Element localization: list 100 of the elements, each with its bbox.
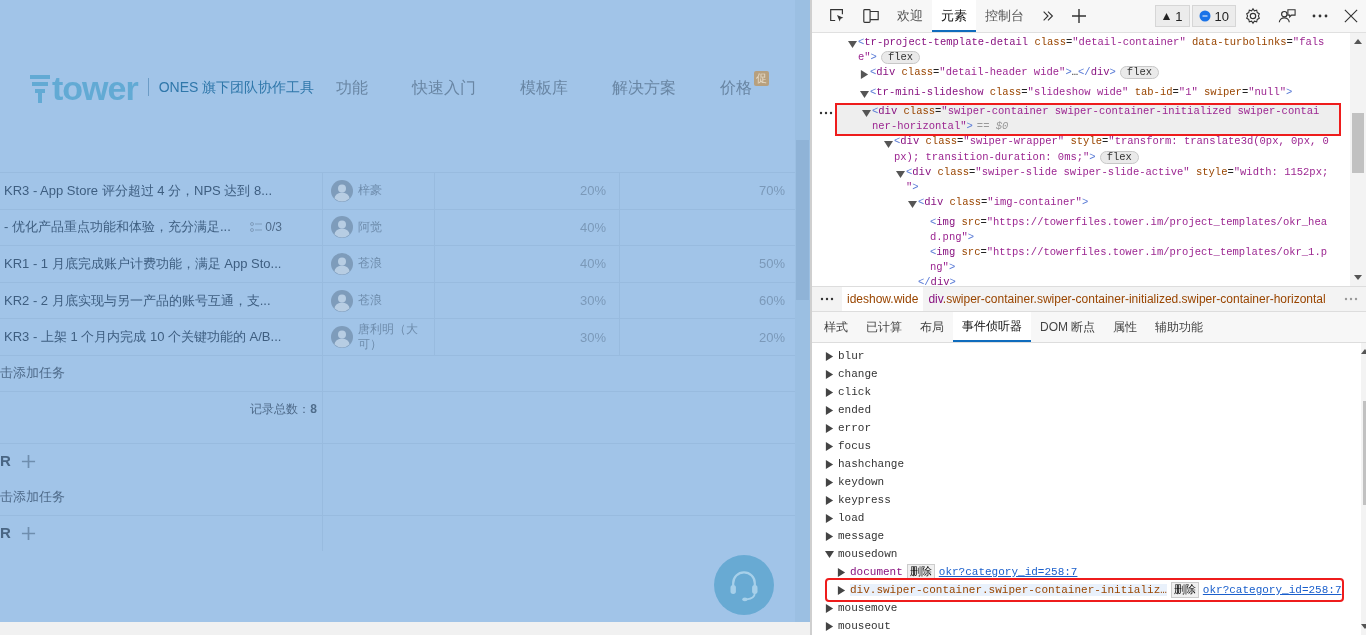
task-title[interactable]: KR1 - 1 月底完成账户计费功能，满足 App Sto... <box>4 255 282 273</box>
avatar <box>331 179 353 202</box>
scrollbar-thumb[interactable] <box>1363 401 1366 505</box>
dom-node[interactable]: </div> <box>812 275 1350 286</box>
panel-tab[interactable]: 辅助功能 <box>1146 312 1213 342</box>
event-name[interactable]: mouseout <box>838 620 891 632</box>
event-name[interactable]: ended <box>838 404 871 416</box>
warnings-button[interactable]: 1 <box>1155 5 1190 27</box>
expand-arrow-icon[interactable] <box>825 459 834 469</box>
devtools-tab[interactable]: 元素 <box>932 0 976 32</box>
avatar <box>331 216 353 239</box>
collapse-arrow-icon[interactable] <box>884 139 893 149</box>
devtools-tab[interactable]: 欢迎 <box>888 0 932 32</box>
more-icon[interactable] <box>820 297 834 301</box>
page-scrollbar[interactable] <box>795 0 810 622</box>
expand-arrow-icon[interactable] <box>837 567 846 577</box>
collapse-arrow-icon[interactable] <box>908 200 917 210</box>
event-name[interactable]: error <box>838 422 871 434</box>
feedback-icon[interactable] <box>1278 7 1296 25</box>
event-name[interactable]: blur <box>838 350 865 362</box>
devtools-tab[interactable]: 控制台 <box>976 0 1033 32</box>
collapse-arrow-icon[interactable] <box>860 89 869 99</box>
collapse-arrow-icon[interactable] <box>862 109 871 119</box>
code-line: <div class="swiper-container swiper-container-initialized swiper-contai <box>872 104 1320 120</box>
add-icon[interactable] <box>1071 8 1087 24</box>
dom-node[interactable]: <tr-mini-slideshow class="slideshow wide" tab-id="1" swiper="null"> <box>812 84 1350 105</box>
messages-button[interactable]: 10 <box>1191 5 1236 27</box>
breadcrumb[interactable]: ideshow.wide <box>842 287 924 311</box>
code-line: <img src="https://towerfiles.tower.im/project_templates/okr_1.p <box>930 245 1327 260</box>
dom-node[interactable]: <img src="https://towerfiles.tower.im/project_templates/okr_1.p ng"> <box>812 245 1350 276</box>
event-name[interactable]: hashchange <box>838 458 904 470</box>
collapse-arrow-icon[interactable] <box>896 169 905 179</box>
close-icon[interactable] <box>1344 9 1358 23</box>
code-line: px); transition-duration: 0ms;"> <box>894 149 1096 165</box>
panel-tab[interactable]: 样式 <box>815 312 857 342</box>
expand-arrow-icon[interactable] <box>825 621 834 631</box>
task-title[interactable]: KR3 - 上架 1 个月内完成 10 个关键功能的 A/B... <box>4 328 282 347</box>
code-line: <tr-project-template-detail class="detail-container" data-turbolinks="fals <box>858 34 1325 50</box>
listener-entry[interactable]: div.swiper-container.swiper-container-initializ… 删除 okr?category_id=258:7 <box>828 581 1342 599</box>
event-name[interactable]: click <box>838 386 871 398</box>
remove-button[interactable]: 删除 <box>1170 582 1199 598</box>
panel-tab[interactable]: 事件侦听器 <box>953 312 1031 342</box>
flex-badge[interactable]: flex <box>1119 66 1160 80</box>
dom-node[interactable]: <div class="swiper-slide swiper-slide-active" style="width: 1152px; "> <box>812 164 1350 196</box>
expand-arrow-icon[interactable] <box>825 387 834 397</box>
dom-node[interactable]: <div class="img-container"> <box>812 195 1350 215</box>
code-line: <tr-mini-slideshow class="slideshow wide" tab-id="1" swiper="null"> <box>870 84 1293 100</box>
collapse-arrow-icon[interactable] <box>825 549 834 559</box>
avatar <box>331 326 353 349</box>
event-name[interactable]: focus <box>838 440 871 452</box>
scrollbar[interactable] <box>1350 33 1366 286</box>
more-icon[interactable] <box>1312 14 1328 18</box>
expand-arrow-icon[interactable] <box>825 603 834 613</box>
source-link[interactable]: okr?category_id=258:7 <box>938 566 1078 578</box>
dom-node[interactable]: <div class="swiper-wrapper" style="transform: translate3d(0px, 0px, 0 px); transition-duration: 0ms;"> flex <box>812 134 1350 165</box>
code-line: e"> <box>858 50 877 66</box>
logo-icon <box>30 73 50 103</box>
more-tabs-icon[interactable] <box>1041 9 1055 23</box>
code-line: </div> <box>918 275 956 286</box>
settings-icon[interactable] <box>1244 7 1262 25</box>
event-name[interactable]: keypress <box>838 494 891 506</box>
expand-arrow-icon[interactable] <box>837 585 846 595</box>
listener-target: div.swiper-container.swiper-container-initializ… <box>850 584 1167 596</box>
avatar <box>331 253 353 275</box>
flex-badge[interactable]: flex <box>1099 150 1139 164</box>
flex-badge[interactable]: flex <box>880 51 921 65</box>
expand-arrow-icon[interactable] <box>825 423 834 433</box>
panel-tab[interactable]: 布局 <box>911 312 953 342</box>
task-title[interactable]: - 优化产品重点功能和体验，充分满足... <box>4 218 231 237</box>
scrollbar-thumb[interactable] <box>1352 113 1364 173</box>
expand-arrow-icon[interactable] <box>825 531 834 541</box>
expand-arrow-icon[interactable] <box>860 70 869 80</box>
breadcrumb[interactable]: div.swiper-container.swiper-container-initialized.swiper-container-horizontal <box>923 287 1331 311</box>
event-name[interactable]: change <box>838 368 878 380</box>
event-name[interactable]: message <box>838 530 885 542</box>
event-name[interactable]: mousemove <box>838 602 898 614</box>
event-name[interactable]: mousedown <box>838 548 898 560</box>
more-icon[interactable] <box>819 111 833 116</box>
source-link[interactable]: okr?category_id=258:7 <box>1202 584 1342 596</box>
panel-tab[interactable]: 属性 <box>1104 312 1147 342</box>
listener-entry[interactable]: document 删除 okr?category_id=258:7 <box>812 563 1362 581</box>
collapse-arrow-icon[interactable] <box>848 40 857 49</box>
dom-node[interactable]: <div class="detail-header wide">…</div> flex <box>812 65 1350 85</box>
expand-arrow-icon[interactable] <box>825 405 834 415</box>
scroll-down-icon[interactable] <box>1354 275 1362 280</box>
expand-arrow-icon[interactable] <box>825 513 834 523</box>
expand-arrow-icon[interactable] <box>825 351 834 361</box>
panel-tab[interactable]: 已计算 <box>857 312 911 342</box>
expand-arrow-icon[interactable] <box>825 477 834 487</box>
scroll-up-icon[interactable] <box>1354 39 1362 44</box>
event-name[interactable]: keydown <box>838 476 885 488</box>
device-icon[interactable] <box>862 7 880 25</box>
panel-tab[interactable]: DOM 断点 <box>1031 312 1105 342</box>
horizontal-scrollbar[interactable] <box>0 622 810 635</box>
expand-arrow-icon[interactable] <box>825 495 834 505</box>
event-name[interactable]: load <box>838 512 865 524</box>
dom-node[interactable]: <img src="https://towerfiles.tower.im/project_templates/okr_hea d.png"> <box>812 214 1350 246</box>
expand-arrow-icon[interactable] <box>825 369 834 379</box>
task-title[interactable]: KR3 - App Store 评分超过 4 分，NPS 达到 8... <box>4 181 273 200</box>
expand-arrow-icon[interactable] <box>825 441 834 451</box>
